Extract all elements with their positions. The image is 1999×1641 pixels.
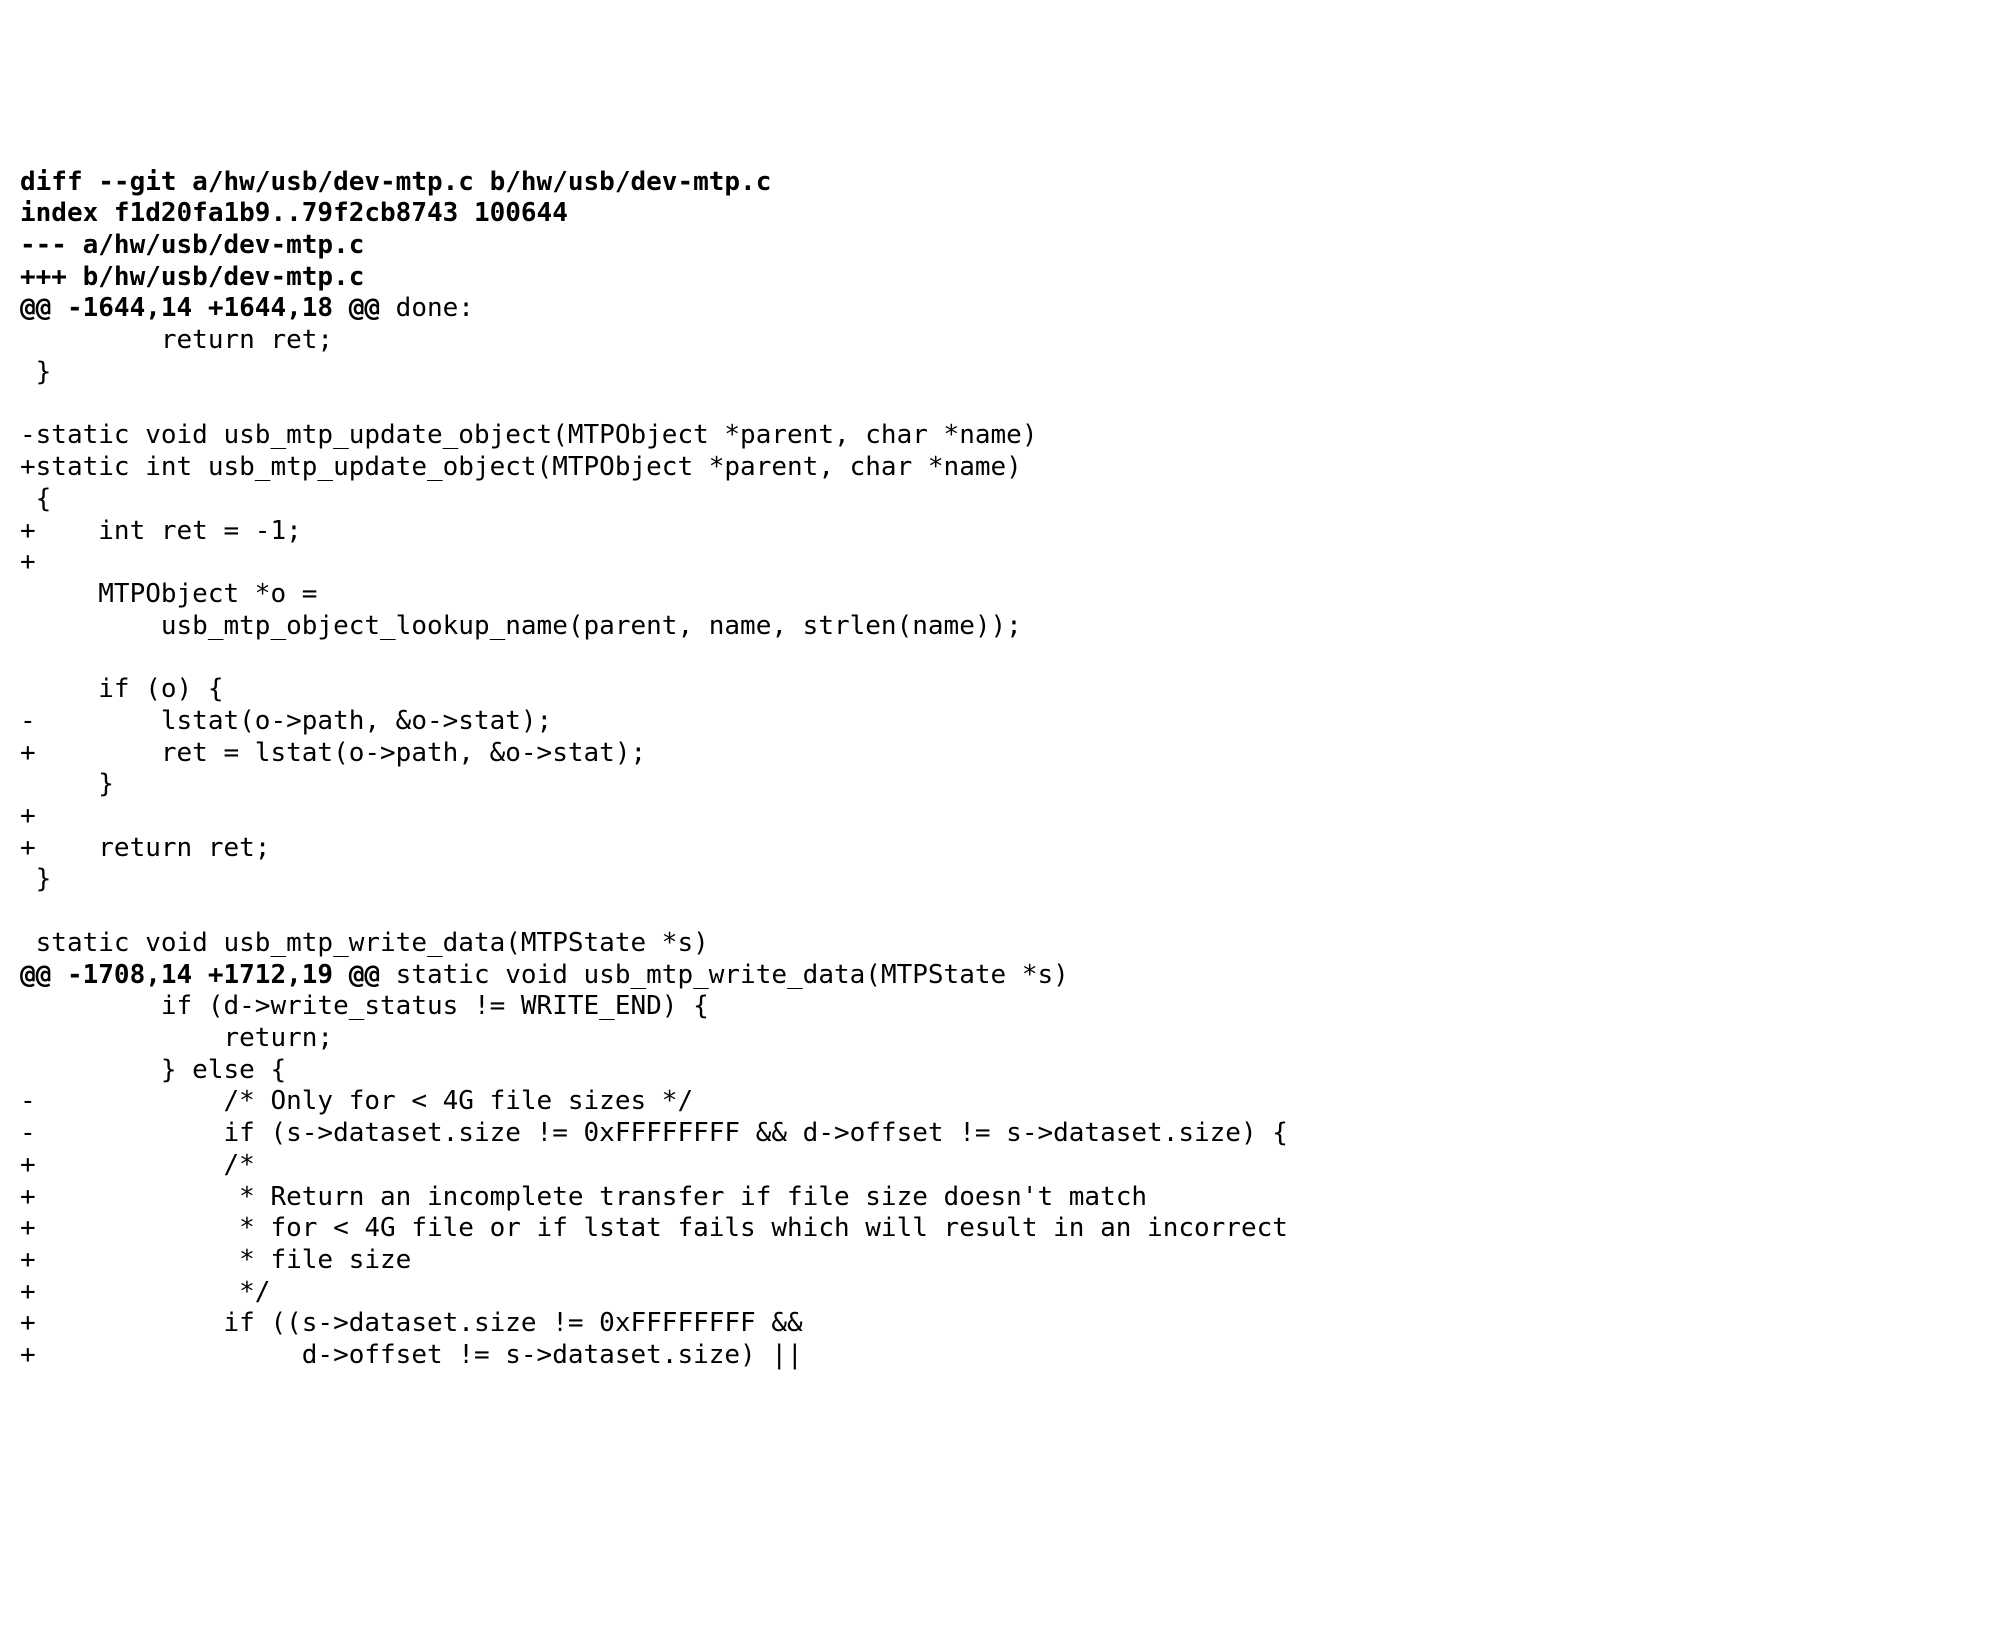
diff-line: }: [20, 357, 1979, 389]
diff-line: +: [20, 801, 1979, 833]
diff-line: @@ -1708,14 +1712,19 @@ static void usb_…: [20, 960, 1979, 992]
diff-line: + int ret = -1;: [20, 516, 1979, 548]
diff-line: + /*: [20, 1150, 1979, 1182]
diff-line: + * Return an incomplete transfer if fil…: [20, 1182, 1979, 1214]
diff-line: [20, 642, 1979, 674]
diff-output: diff --git a/hw/usb/dev-mtp.c b/hw/usb/d…: [0, 159, 1999, 1380]
diff-line: {: [20, 484, 1979, 516]
diff-line: +: [20, 547, 1979, 579]
diff-line: + * for < 4G file or if lstat fails whic…: [20, 1213, 1979, 1245]
diff-line: diff --git a/hw/usb/dev-mtp.c b/hw/usb/d…: [20, 167, 1979, 199]
diff-line: --- a/hw/usb/dev-mtp.c: [20, 230, 1979, 262]
diff-line: - /* Only for < 4G file sizes */: [20, 1086, 1979, 1118]
diff-line: @@ -1644,14 +1644,18 @@ done:: [20, 293, 1979, 325]
diff-line: - if (s->dataset.size != 0xFFFFFFFF && d…: [20, 1118, 1979, 1150]
diff-line: + * file size: [20, 1245, 1979, 1277]
diff-hunk-context: static void usb_mtp_write_data(MTPState …: [380, 960, 1069, 990]
diff-line: MTPObject *o =: [20, 579, 1979, 611]
diff-line: + ret = lstat(o->path, &o->stat);: [20, 738, 1979, 770]
diff-line: + if ((s->dataset.size != 0xFFFFFFFF &&: [20, 1308, 1979, 1340]
diff-line: }: [20, 769, 1979, 801]
diff-line: if (o) {: [20, 674, 1979, 706]
diff-line: + */: [20, 1277, 1979, 1309]
diff-line: usb_mtp_object_lookup_name(parent, name,…: [20, 611, 1979, 643]
diff-line: +++ b/hw/usb/dev-mtp.c: [20, 262, 1979, 294]
diff-hunk-header: @@ -1644,14 +1644,18 @@: [20, 293, 380, 323]
diff-line: - lstat(o->path, &o->stat);: [20, 706, 1979, 738]
diff-line: } else {: [20, 1055, 1979, 1087]
diff-hunk-context: done:: [380, 293, 474, 323]
diff-line: return ret;: [20, 325, 1979, 357]
diff-hunk-header: @@ -1708,14 +1712,19 @@: [20, 960, 380, 990]
diff-line: static void usb_mtp_write_data(MTPState …: [20, 928, 1979, 960]
diff-line: return;: [20, 1023, 1979, 1055]
diff-line: [20, 389, 1979, 421]
diff-line: + return ret;: [20, 833, 1979, 865]
diff-line: index f1d20fa1b9..79f2cb8743 100644: [20, 198, 1979, 230]
diff-line: if (d->write_status != WRITE_END) {: [20, 991, 1979, 1023]
diff-line: -static void usb_mtp_update_object(MTPOb…: [20, 420, 1979, 452]
diff-line: + d->offset != s->dataset.size) ||: [20, 1340, 1979, 1372]
diff-line: +static int usb_mtp_update_object(MTPObj…: [20, 452, 1979, 484]
diff-line: }: [20, 864, 1979, 896]
diff-line: [20, 896, 1979, 928]
